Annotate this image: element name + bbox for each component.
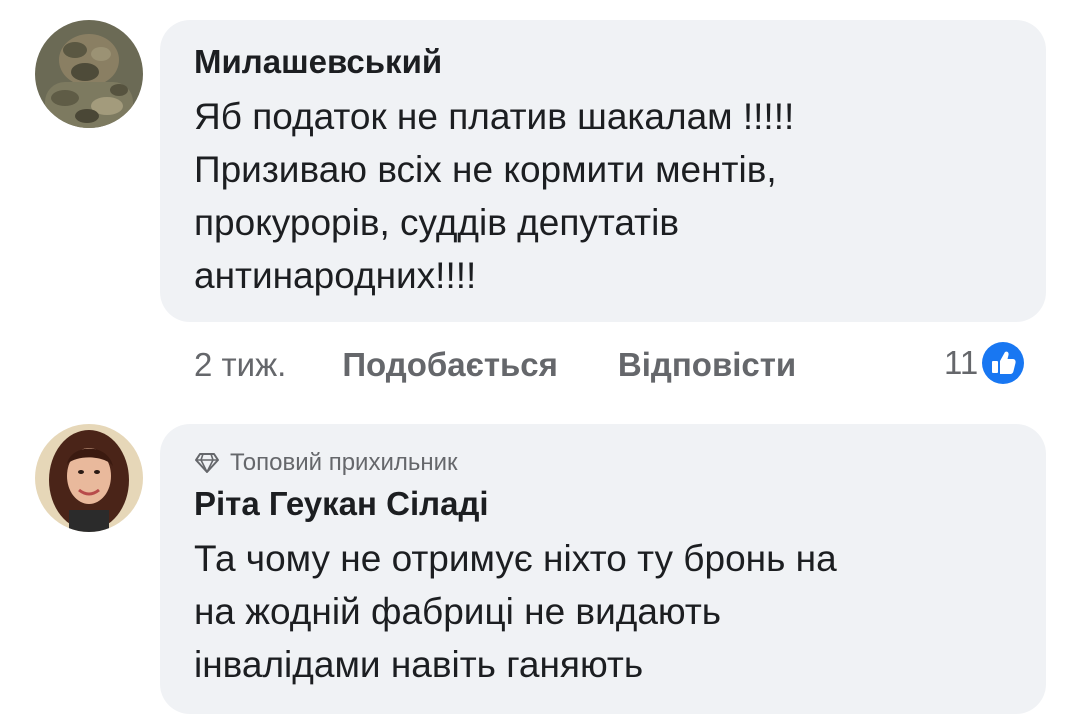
comment-text-line: прокурорів, суддів депутатів [194, 202, 679, 243]
comment-text-line: інвалідами навіть ганяють [194, 644, 644, 685]
comment-actions: 2 тиж. Подобається Відповісти [194, 343, 796, 387]
top-fan-badge: Топовий прихильник [194, 448, 1046, 478]
woman-portrait-avatar-icon [35, 424, 143, 532]
comment-text-line: Призиваю всіх не кормити ментів, [194, 149, 777, 190]
avatar[interactable] [35, 424, 143, 532]
camouflage-soldier-avatar-icon [35, 20, 143, 128]
comment-text: Яб податок не платив шакалам !!!!! Призи… [194, 90, 1046, 302]
comment-2: Топовий прихильник Ріта Геукан Сіладі Та… [0, 420, 1080, 714]
comment-author[interactable]: Ріта Геукан Сіладі [194, 484, 1046, 524]
comment-bubble: Топовий прихильник Ріта Геукан Сіладі Та… [160, 424, 1046, 714]
comment-author[interactable]: Милашевський [194, 42, 1046, 82]
reaction-summary[interactable]: 11 [944, 341, 1025, 385]
diamond-icon [195, 453, 219, 473]
badge-label: Топовий прихильник [230, 449, 458, 476]
comment-text: Та чому не отримує ніхто ту бронь на на … [194, 532, 1046, 691]
comment-timestamp[interactable]: 2 тиж. [194, 346, 286, 384]
comment-1: Милашевський Яб податок не платив шакала… [0, 0, 1080, 420]
comment-text-line: антинародних!!!! [194, 255, 477, 296]
comment-text-line: Та чому не отримує ніхто ту бронь на [194, 538, 837, 579]
thumbs-up-icon [982, 342, 1025, 384]
like-button[interactable]: Подобається [342, 346, 558, 384]
comment-text-line: на жодній фабриці не видають [194, 591, 722, 632]
comment-bubble: Милашевський Яб податок не платив шакала… [160, 20, 1046, 322]
avatar[interactable] [35, 20, 143, 128]
reaction-count: 11 [944, 344, 979, 381]
reply-button[interactable]: Відповісти [618, 346, 796, 384]
comment-text-line: Яб податок не платив шакалам !!!!! [194, 96, 795, 137]
